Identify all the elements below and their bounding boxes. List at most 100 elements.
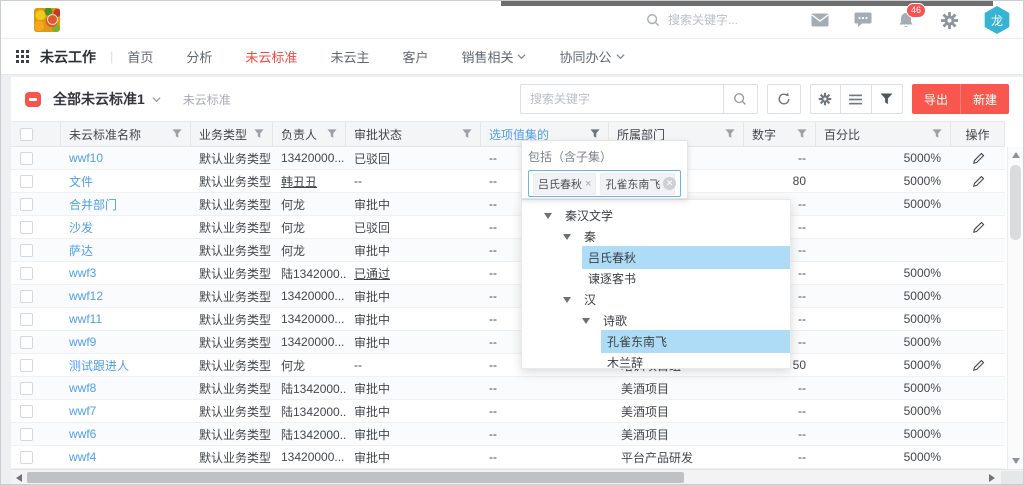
scroll-down-arrow[interactable] — [1012, 458, 1020, 464]
table-row-0[interactable]: wwf10默认业务类型13420000...已驳回----5000% — [11, 147, 1005, 170]
filter-icon[interactable] — [872, 84, 903, 114]
view-title[interactable]: 全部未云标准1 — [53, 89, 145, 109]
record-link[interactable]: wwf11 — [61, 308, 191, 330]
row-checkbox[interactable] — [20, 244, 33, 257]
row-checkbox[interactable] — [20, 405, 33, 418]
edit-icon[interactable] — [972, 221, 985, 234]
edit-icon[interactable] — [972, 152, 985, 165]
edit-icon[interactable] — [972, 175, 985, 188]
filter-tag-input[interactable]: 吕氏春秋×孔雀东南飞×✕ — [528, 170, 681, 197]
column-header-0[interactable]: 未云标准名称 — [61, 122, 191, 146]
table-row-5[interactable]: wwf3默认业务类型陆1342000...已通过----5000% — [11, 262, 1005, 285]
horizontal-scroll-thumb[interactable] — [27, 472, 684, 483]
tree-expand-arrow[interactable] — [563, 234, 571, 240]
record-link[interactable]: wwf12 — [61, 285, 191, 307]
tree-node-1[interactable]: 秦 — [522, 226, 790, 247]
tree-expand-arrow[interactable] — [582, 318, 590, 324]
tree-expand-arrow[interactable] — [563, 297, 571, 303]
table-row-3[interactable]: 沙发默认业务类型何龙已驳回---- — [11, 216, 1005, 239]
table-row-8[interactable]: wwf9默认业务类型13420000...审批中----5000% — [11, 331, 1005, 354]
column-filter-icon[interactable] — [172, 129, 182, 139]
column-header-1[interactable]: 业务类型 — [191, 122, 273, 146]
row-checkbox[interactable] — [20, 267, 33, 280]
table-row-12[interactable]: wwf6默认业务类型陆1342000...审批中--美酒项目--5000% — [11, 423, 1005, 446]
nav-item-2[interactable]: 未云标准 — [245, 47, 297, 66]
record-link[interactable]: wwf9 — [61, 331, 191, 353]
select-all-checkbox[interactable] — [20, 128, 33, 141]
column-header-3[interactable]: 审批状态 — [346, 122, 481, 146]
column-filter-icon[interactable] — [254, 129, 264, 139]
nav-item-6[interactable]: 协同办公 — [559, 47, 624, 66]
app-logo[interactable] — [34, 8, 60, 32]
record-link[interactable]: wwf6 — [61, 423, 191, 445]
tree-node-4[interactable]: 汉 — [522, 289, 790, 310]
row-checkbox[interactable] — [20, 175, 33, 188]
table-row-2[interactable]: 合并部门默认业务类型何龙审批中----5000% — [11, 193, 1005, 216]
refresh-button[interactable] — [767, 84, 801, 114]
record-link[interactable]: 文件 — [61, 170, 191, 192]
row-checkbox[interactable] — [20, 428, 33, 441]
column-header-8[interactable]: 操作 — [951, 122, 1005, 146]
nav-item-5[interactable]: 销售相关 — [461, 47, 526, 66]
chevron-down-icon[interactable] — [152, 95, 161, 104]
search-submit-button[interactable] — [723, 85, 757, 113]
record-link[interactable]: wwf7 — [61, 400, 191, 422]
row-checkbox[interactable] — [20, 198, 33, 211]
avatar[interactable]: 龙 — [983, 6, 1011, 34]
remove-tag-icon[interactable]: × — [585, 178, 591, 190]
clear-input-icon[interactable]: ✕ — [663, 177, 676, 190]
edit-icon[interactable] — [972, 359, 985, 372]
workspace-title[interactable]: 未云工作 — [40, 47, 96, 67]
tree-node-7[interactable]: 木兰辞 — [522, 352, 790, 369]
table-row-7[interactable]: wwf11默认业务类型13420000...审批中----5000% — [11, 308, 1005, 331]
tree-node-5[interactable]: 诗歌 — [522, 310, 790, 331]
app-grid-icon[interactable] — [16, 50, 29, 63]
column-header-2[interactable]: 负责人 — [273, 122, 346, 146]
row-checkbox[interactable] — [20, 336, 33, 349]
export-button[interactable]: 导出 — [912, 84, 961, 114]
filter-tag-0[interactable]: 吕氏春秋× — [533, 173, 596, 195]
column-filter-icon[interactable] — [590, 129, 600, 139]
scroll-up-arrow[interactable] — [1012, 152, 1020, 158]
column-filter-icon[interactable] — [462, 129, 472, 139]
column-filter-icon[interactable] — [327, 129, 337, 139]
record-link[interactable]: wwf3 — [61, 262, 191, 284]
scroll-right-arrow[interactable] — [989, 474, 995, 482]
record-link[interactable]: 合并部门 — [61, 193, 191, 215]
bell-icon[interactable]: 46 — [897, 11, 915, 29]
nav-item-0[interactable]: 首页 — [127, 47, 153, 66]
row-checkbox[interactable] — [20, 359, 33, 372]
column-header-6[interactable]: 数字 — [744, 122, 816, 146]
mail-icon[interactable] — [811, 11, 829, 29]
column-header-7[interactable]: 百分比 — [816, 122, 951, 146]
vertical-scrollbar[interactable] — [1007, 147, 1023, 469]
table-row-1[interactable]: 文件默认业务类型韩丑丑----805000% — [11, 170, 1005, 193]
column-filter-icon[interactable] — [932, 129, 942, 139]
record-link[interactable]: 沙发 — [61, 216, 191, 238]
row-checkbox[interactable] — [20, 382, 33, 395]
nav-item-4[interactable]: 客户 — [402, 47, 428, 66]
table-row-10[interactable]: wwf8默认业务类型陆1342000...审批中--美酒项目--5000% — [11, 377, 1005, 400]
nav-item-1[interactable]: 分析 — [186, 47, 212, 66]
chat-icon[interactable] — [854, 11, 872, 29]
tree-node-3[interactable]: 谏逐客书 — [522, 268, 790, 289]
record-link[interactable]: 测试跟进人 — [61, 354, 191, 376]
row-checkbox[interactable] — [20, 451, 33, 464]
global-search-input[interactable] — [668, 13, 818, 27]
nav-item-3[interactable]: 未云主 — [330, 47, 369, 66]
tree-node-6[interactable]: 孔雀东南飞 — [522, 331, 790, 352]
record-link[interactable]: wwf8 — [61, 377, 191, 399]
tree-expand-arrow[interactable] — [544, 213, 552, 219]
list-search-input[interactable] — [521, 92, 723, 106]
row-checkbox[interactable] — [20, 313, 33, 326]
vertical-scroll-thumb[interactable] — [1010, 165, 1021, 240]
gear-icon[interactable] — [940, 11, 958, 29]
record-link[interactable]: wwf10 — [61, 147, 191, 169]
scroll-left-arrow[interactable] — [16, 474, 22, 482]
table-row-13[interactable]: wwf4默认业务类型13420000...审批中--平台产品研发--5000% — [11, 446, 1005, 469]
table-row-11[interactable]: wwf7默认业务类型陆1342000...审批中--美酒项目--5000% — [11, 400, 1005, 423]
table-row-9[interactable]: 测试跟进人默认业务类型何龙----培训项目组505000% — [11, 354, 1005, 377]
list-view-icon[interactable] — [841, 84, 872, 114]
row-checkbox[interactable] — [20, 221, 33, 234]
horizontal-scrollbar[interactable] — [11, 469, 1023, 484]
